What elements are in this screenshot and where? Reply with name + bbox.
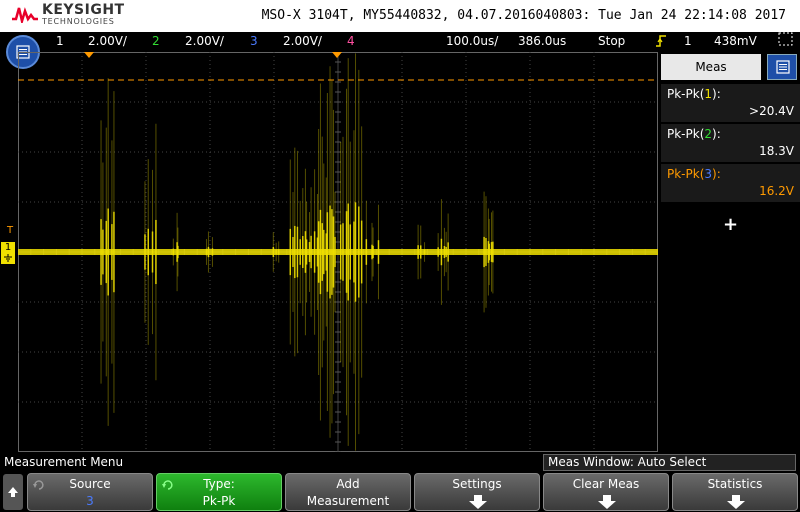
trigger-position-marker[interactable] xyxy=(84,52,94,58)
measurement-label: Pk-Pk(2): xyxy=(667,127,721,141)
trigger-edge-icon xyxy=(655,34,667,51)
ch3-scale[interactable]: 2.00V/ xyxy=(283,34,322,48)
tab-meas[interactable]: Meas xyxy=(661,54,761,80)
ch1-ground-label: 1 xyxy=(4,242,12,253)
ch2-number[interactable]: 2 xyxy=(152,34,160,48)
settings-softkey[interactable]: Settings xyxy=(414,473,540,511)
source-softkey[interactable]: Source 3 xyxy=(27,473,153,511)
ch4-number[interactable]: 4 xyxy=(347,34,355,48)
add-measurement-softkey[interactable]: Add Measurement xyxy=(285,473,411,511)
ch1-ground-marker[interactable]: 1 xyxy=(1,242,15,264)
menu-icon xyxy=(776,60,790,74)
softkey-bar: Source 3 Type: Pk-Pk Add Measurement Set… xyxy=(0,472,800,512)
brand-subtitle: TECHNOLOGIES xyxy=(42,17,115,26)
trigger-level[interactable]: 438mV xyxy=(714,34,757,48)
arrow-up-icon xyxy=(8,487,18,497)
clear-meas-softkey[interactable]: Clear Meas xyxy=(543,473,669,511)
ch1-number[interactable]: 1 xyxy=(56,34,64,48)
side-menu-button[interactable] xyxy=(767,54,797,80)
header-bar: KEYSIGHT TECHNOLOGIES MSO-X 3104T, MY554… xyxy=(0,0,800,32)
measurement-item-selected[interactable]: Pk-Pk(3): 16.2V xyxy=(661,164,800,202)
ground-icon xyxy=(4,254,12,262)
menu-back-button[interactable] xyxy=(3,474,23,510)
menu-label-bar: Measurement Menu Meas Window: Auto Selec… xyxy=(0,453,800,472)
measurement-label: Pk-Pk(1): xyxy=(667,87,721,101)
trigger-channel[interactable]: 1 xyxy=(684,34,692,48)
fullscreen-icon[interactable] xyxy=(778,32,794,51)
status-bar: 1 2.00V/ 2 2.00V/ 3 2.00V/ 4 100.0us/ 38… xyxy=(0,32,800,52)
center-time-marker xyxy=(332,52,342,58)
brand-name: KEYSIGHT xyxy=(42,2,125,18)
arrow-down-icon xyxy=(469,495,487,509)
trigger-delay[interactable]: 386.0us xyxy=(518,34,566,48)
waveform-display[interactable] xyxy=(18,52,658,452)
statistics-softkey[interactable]: Statistics xyxy=(672,473,798,511)
type-softkey[interactable]: Type: Pk-Pk xyxy=(156,473,282,511)
ch1-scale[interactable]: 2.00V/ xyxy=(88,34,127,48)
arrow-down-icon xyxy=(598,495,616,509)
ch2-scale[interactable]: 2.00V/ xyxy=(185,34,224,48)
measurement-side-panel: Meas Pk-Pk(1): >20.4V Pk-Pk(2): 18.3V Pk… xyxy=(661,52,800,452)
measurement-value: 16.2V xyxy=(759,184,794,198)
timebase-scale[interactable]: 100.0us/ xyxy=(446,34,498,48)
arrow-down-icon xyxy=(727,495,745,509)
add-measurement-button[interactable]: + xyxy=(661,214,800,236)
measurement-label: Pk-Pk(3): xyxy=(667,167,721,181)
measurement-item[interactable]: Pk-Pk(2): 18.3V xyxy=(661,124,800,162)
ch3-number[interactable]: 3 xyxy=(250,34,258,48)
measurement-item[interactable]: Pk-Pk(1): >20.4V xyxy=(661,84,800,122)
menu-title: Measurement Menu xyxy=(4,455,124,469)
trigger-level-marker[interactable]: T xyxy=(7,225,13,236)
meas-window-status: Meas Window: Auto Select xyxy=(543,454,796,471)
measurement-value: 18.3V xyxy=(759,144,794,158)
run-state[interactable]: Stop xyxy=(598,34,625,48)
model-info: MSO-X 3104T, MY55440832, 04.07.201604080… xyxy=(261,8,786,23)
keysight-logo-icon xyxy=(12,7,38,23)
measurement-value: >20.4V xyxy=(749,104,794,118)
